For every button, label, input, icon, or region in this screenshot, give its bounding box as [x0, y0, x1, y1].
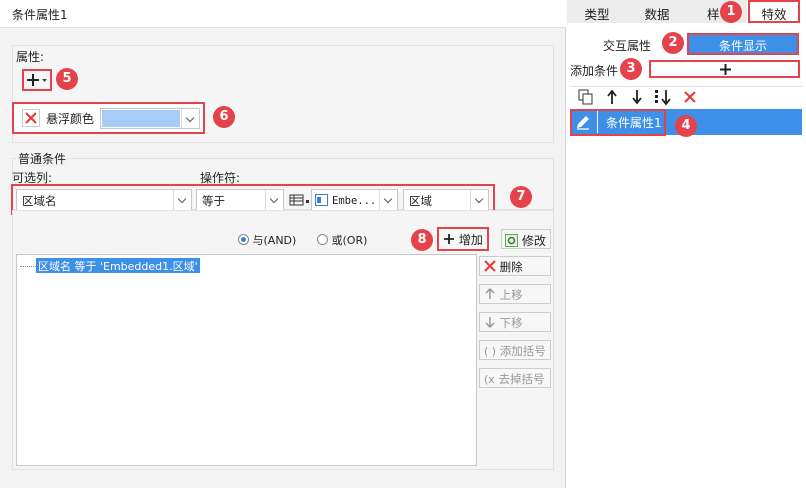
and-radio[interactable]: 与(AND) — [238, 232, 296, 248]
add-property-button[interactable] — [22, 69, 52, 91]
or-label: 或(OR) — [331, 234, 368, 247]
region-select[interactable]: 区域 — [403, 189, 489, 211]
badge-3: 3 — [620, 58, 642, 80]
add-parenthesis-button[interactable]: ( ) 添加括号 — [479, 340, 551, 360]
property-label: 属性: — [16, 50, 45, 64]
radio-unselected-icon — [317, 234, 328, 245]
sort-button[interactable] — [654, 88, 672, 106]
normal-condition-label: 普通条件 — [16, 150, 69, 167]
column-select-value: 区域名 — [22, 194, 57, 208]
arrow-up-icon — [485, 287, 495, 299]
condition-item[interactable]: 区域名 等于 'Embedded1.区域' — [36, 258, 200, 273]
modify-label: 修改 — [521, 234, 546, 248]
copy-icon — [578, 89, 593, 105]
subtab-interactive[interactable]: 交互属性 — [603, 37, 651, 54]
chevron-down-icon — [181, 109, 199, 128]
panel-title: 条件属性1 — [0, 0, 566, 28]
arrow-up-icon — [607, 89, 617, 104]
close-icon — [25, 112, 37, 124]
badge-8: 8 — [411, 229, 433, 251]
arrow-down-icon — [632, 90, 642, 105]
add-condition-attribute-button[interactable] — [649, 60, 800, 78]
badge-6: 6 — [213, 106, 235, 128]
copy-button[interactable] — [578, 89, 594, 105]
remove-property-button[interactable] — [22, 109, 40, 127]
color-picker[interactable] — [100, 108, 200, 129]
operator-select-value: 等于 — [202, 194, 225, 208]
add-condition-button[interactable]: 增加 — [437, 227, 489, 251]
divider — [570, 86, 802, 87]
move-up-label: 上移 — [499, 288, 523, 302]
badge-7: 7 — [510, 186, 532, 208]
table-icon — [289, 194, 304, 206]
delete-cond-button[interactable] — [682, 89, 698, 105]
operator-select[interactable]: 等于 — [196, 189, 284, 211]
remove-parenthesis-label: 去掉括号 — [498, 372, 545, 386]
chevron-down-icon — [265, 190, 283, 210]
condition-list[interactable]: 区域名 等于 'Embedded1.区域' — [16, 254, 477, 466]
tab-type[interactable]: 类型 — [567, 0, 627, 23]
move-down-button[interactable]: 下移 — [479, 312, 551, 332]
hover-color-label: 悬浮颜色 — [46, 112, 95, 126]
remove-parenthesis-icon: (x — [484, 373, 495, 386]
value-select[interactable]: Embe... — [311, 189, 398, 211]
move-up-cond-button[interactable] — [604, 89, 620, 105]
condition-attribute-name: 条件属性1 — [606, 116, 662, 130]
parenthesis-icon: ( ) — [484, 345, 497, 358]
subtab-condition-display[interactable]: 条件显示 — [687, 33, 799, 55]
delete-icon — [484, 260, 496, 272]
badge-5: 5 — [56, 68, 78, 90]
badge-2: 2 — [662, 32, 684, 54]
add-label: 增加 — [458, 233, 483, 247]
add-condition-label: 添加条件 — [570, 64, 619, 78]
plus-icon — [444, 234, 454, 244]
chevron-down-icon — [470, 190, 488, 210]
chevron-down-icon — [379, 190, 397, 210]
tab-data[interactable]: 数据 — [627, 0, 687, 23]
tree-line — [20, 266, 36, 267]
region-select-value: 区域 — [409, 194, 432, 208]
remove-parenthesis-button[interactable]: (x 去掉括号 — [479, 368, 551, 388]
modify-button[interactable]: 修改 — [501, 229, 551, 249]
plus-dropdown-icon — [27, 74, 47, 86]
dot-separator — [306, 200, 309, 203]
and-label: 与(AND) — [252, 234, 297, 247]
sort-icon — [655, 90, 671, 106]
move-down-label: 下移 — [499, 316, 523, 330]
color-swatch — [102, 110, 180, 127]
column-select[interactable]: 区域名 — [16, 189, 192, 211]
radio-selected-icon — [238, 234, 249, 245]
component-icon — [315, 194, 328, 206]
plus-icon — [720, 64, 731, 75]
edit-gear-icon — [505, 234, 518, 247]
pencil-icon — [577, 116, 589, 130]
add-parenthesis-label: 添加括号 — [499, 344, 546, 358]
row-divider — [597, 111, 598, 133]
badge-1: 1 — [720, 1, 742, 23]
move-up-button[interactable]: 上移 — [479, 284, 551, 304]
delete-icon — [684, 91, 696, 103]
delete-button[interactable]: 删除 — [479, 256, 551, 276]
tab-effects[interactable]: 特效 — [748, 0, 800, 23]
value-select-text: Embe... — [332, 195, 377, 207]
arrow-down-icon — [485, 317, 495, 329]
value-type-button[interactable] — [289, 193, 305, 207]
move-down-cond-button[interactable] — [629, 89, 645, 105]
chevron-down-icon — [173, 190, 191, 210]
edit-button[interactable] — [574, 113, 594, 132]
badge-4: 4 — [675, 115, 697, 137]
delete-label: 删除 — [499, 260, 523, 274]
or-radio[interactable]: 或(OR) — [317, 232, 367, 248]
